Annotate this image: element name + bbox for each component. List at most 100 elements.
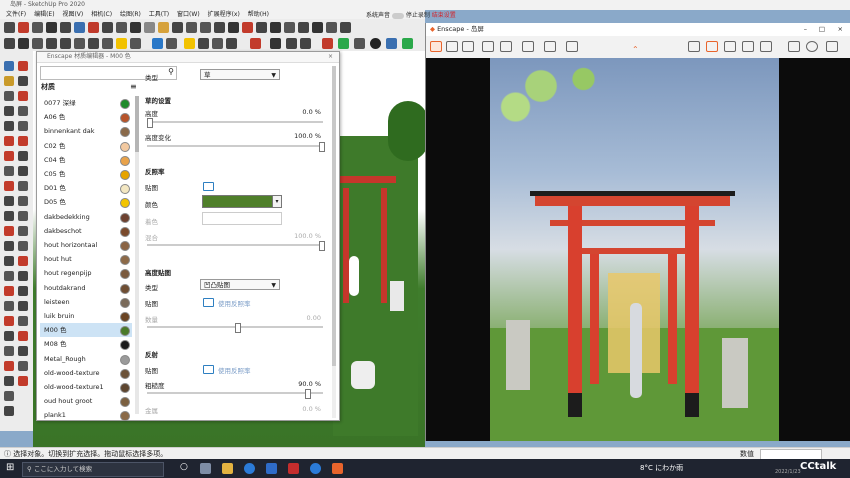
material-list-item[interactable]: C02 色 xyxy=(40,139,132,153)
task-view-icon[interactable]: ○ xyxy=(180,462,188,472)
scale-tool-icon[interactable] xyxy=(116,22,127,33)
gear-icon[interactable] xyxy=(806,41,818,52)
taskbar-date[interactable]: 2022/1/23 xyxy=(775,469,801,475)
intersect-icon[interactable] xyxy=(312,22,323,33)
eraser-icon[interactable] xyxy=(18,22,29,33)
solid-tools-icon[interactable] xyxy=(326,22,337,33)
text-icon[interactable] xyxy=(18,196,28,206)
front-view-icon[interactable] xyxy=(74,38,85,49)
smoove-icon[interactable] xyxy=(4,301,14,311)
pan-tool-icon[interactable] xyxy=(18,226,28,236)
minimize-icon[interactable]: – xyxy=(804,23,807,36)
material-list-item[interactable]: old-wood-texture1 xyxy=(40,380,132,394)
axes-tool-icon[interactable] xyxy=(172,22,183,33)
taskbar-app-icon[interactable] xyxy=(200,463,211,474)
select-icon[interactable] xyxy=(4,61,14,71)
solid-trim-icon[interactable] xyxy=(18,361,28,371)
solid-union-icon[interactable] xyxy=(18,346,28,356)
section-cut-icon[interactable] xyxy=(270,38,281,49)
circle-icon[interactable] xyxy=(4,121,14,131)
height-slider-knob[interactable] xyxy=(147,118,153,128)
close-icon[interactable]: × xyxy=(838,23,843,36)
dimension-icon[interactable] xyxy=(18,181,28,191)
tape-icon[interactable] xyxy=(4,181,14,191)
extension-b-icon[interactable] xyxy=(4,406,14,416)
material-list-item[interactable]: A06 色 xyxy=(40,110,132,124)
material-list-item[interactable]: dakbedekking xyxy=(40,210,132,224)
orbit-tool-icon[interactable] xyxy=(4,226,14,236)
folder-icon[interactable] xyxy=(203,365,214,374)
look-tool-icon[interactable] xyxy=(18,271,28,281)
arc-tool-icon[interactable] xyxy=(46,22,57,33)
opacity-knob[interactable] xyxy=(319,241,325,251)
from-contours-icon[interactable] xyxy=(18,331,28,341)
material-list-item[interactable]: 0077 深绿 xyxy=(40,96,132,110)
zoom-window-icon[interactable] xyxy=(18,241,28,251)
stop-recording-button[interactable]: 停止录制 xyxy=(406,12,430,19)
upload-icon[interactable] xyxy=(760,41,772,52)
asset-library-icon[interactable] xyxy=(688,41,700,52)
people-icon[interactable] xyxy=(742,41,754,52)
material-list-item[interactable]: oud hout groot xyxy=(40,394,132,408)
menu-tools[interactable]: 工具(T) xyxy=(149,11,169,18)
top-view-icon[interactable] xyxy=(60,38,71,49)
menu-help[interactable]: 帮助(H) xyxy=(248,11,269,18)
light-icon[interactable] xyxy=(116,38,127,49)
scale-icon[interactable] xyxy=(18,151,28,161)
zoom-icon[interactable] xyxy=(214,22,225,33)
erase-hide-icon[interactable] xyxy=(250,38,261,49)
menu-window[interactable]: 窗口(W) xyxy=(177,11,200,18)
maximize-icon[interactable]: □ xyxy=(819,23,825,36)
binoculars-icon[interactable] xyxy=(482,41,494,52)
sandbox-icon[interactable] xyxy=(340,22,351,33)
material-list-item[interactable]: old-wood-texture xyxy=(40,366,132,380)
menu-extensions[interactable]: 扩展程序(x) xyxy=(208,11,240,18)
material-list-item[interactable]: C04 色 xyxy=(40,153,132,167)
roughness-slider[interactable] xyxy=(147,389,323,399)
taskbar-app-icon[interactable] xyxy=(266,463,277,474)
enscape-view-icon[interactable] xyxy=(354,38,365,49)
rotate-tool-icon[interactable] xyxy=(102,22,113,33)
material-list-item[interactable]: hout regenpijp xyxy=(40,266,132,280)
pencil-icon[interactable] xyxy=(18,76,28,86)
previous-view-icon[interactable] xyxy=(18,256,28,266)
material-list-item[interactable]: binnenkant dak xyxy=(40,124,132,138)
outliner-icon[interactable] xyxy=(226,38,237,49)
rect-icon[interactable] xyxy=(4,106,14,116)
menu-draw[interactable]: 绘图(R) xyxy=(120,11,141,18)
select-tool-icon[interactable] xyxy=(4,22,15,33)
material-list-item[interactable]: D05 色 xyxy=(40,195,132,209)
xray-icon[interactable] xyxy=(152,38,163,49)
offset-tool-icon[interactable] xyxy=(130,22,141,33)
help-icon[interactable] xyxy=(826,41,838,52)
material-list-item[interactable]: plank1 xyxy=(40,408,132,422)
paint-icon[interactable] xyxy=(18,61,28,71)
color-swatch[interactable] xyxy=(202,195,274,208)
material-list-item[interactable]: luik bruin xyxy=(40,309,132,323)
material-list-item[interactable]: hout horizontaal xyxy=(40,238,132,252)
bump-amount-slider[interactable] xyxy=(147,323,323,333)
material-list-item[interactable]: M08 色 xyxy=(40,337,132,351)
bump-type-dropdown[interactable]: 凹凸贴图 ▼ xyxy=(200,279,280,290)
material-list-item[interactable]: leisteen xyxy=(40,295,132,309)
menu-view[interactable]: 视图(V) xyxy=(62,11,83,18)
sketchup-icon[interactable] xyxy=(288,463,299,474)
wireframe-icon[interactable] xyxy=(166,38,177,49)
cube-icon[interactable] xyxy=(724,41,736,52)
3dtext-icon[interactable] xyxy=(18,211,28,221)
add-detail-icon[interactable] xyxy=(18,316,28,326)
section-plane-icon[interactable] xyxy=(242,22,253,33)
protractor-icon[interactable] xyxy=(4,196,14,206)
menu-icon[interactable]: ≡ xyxy=(130,82,137,91)
bump-amount-knob[interactable] xyxy=(235,323,241,333)
material-list-scrollbar[interactable] xyxy=(135,96,139,414)
walk-icon[interactable] xyxy=(256,22,267,33)
rotated-rect-icon[interactable] xyxy=(18,106,28,116)
type-dropdown[interactable]: 草 ▼ xyxy=(200,69,280,80)
push-pull-icon[interactable] xyxy=(74,22,85,33)
material-list-item[interactable]: D01 色 xyxy=(40,181,132,195)
paint-bucket-icon[interactable] xyxy=(212,38,223,49)
weather-text[interactable]: 8°C にわか雨 xyxy=(640,463,683,473)
edge-icon[interactable] xyxy=(310,463,321,474)
material-list-item[interactable]: houtdakrand xyxy=(40,281,132,295)
